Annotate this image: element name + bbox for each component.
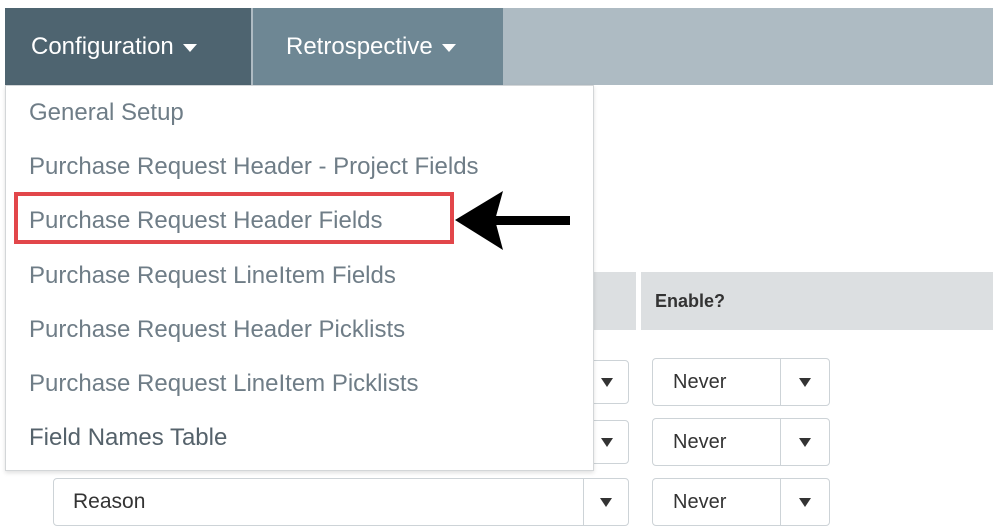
enable-select-value: Never: [653, 419, 781, 465]
menu-item-pr-lineitem-fields[interactable]: Purchase Request LineItem Fields: [29, 256, 396, 296]
caret-down-icon: [441, 44, 456, 52]
field-select-value: Reason: [54, 479, 584, 525]
enable-header-label: Enable?: [655, 290, 726, 311]
enable-select-arrow[interactable]: [781, 419, 829, 465]
field-select-arrow[interactable]: [584, 479, 628, 525]
top-navbar: Configuration Retrospective: [5, 8, 993, 85]
nav-tab-retrospective[interactable]: Retrospective: [253, 8, 503, 85]
triangle-down-icon: [600, 497, 612, 507]
enable-select[interactable]: Never: [652, 358, 830, 406]
menu-item-field-names-table[interactable]: Field Names Table: [29, 418, 227, 458]
table-header-cell: [594, 272, 636, 330]
highlight-box: [14, 192, 454, 244]
nav-tab-configuration[interactable]: Configuration: [5, 8, 251, 85]
triangle-down-icon: [799, 437, 811, 447]
triangle-down-icon: [601, 437, 613, 447]
menu-item-pr-lineitem-picklists[interactable]: Purchase Request LineItem Picklists: [29, 364, 419, 404]
menu-item-general-setup[interactable]: General Setup: [29, 93, 184, 133]
menu-item-pr-header-picklists[interactable]: Purchase Request Header Picklists: [29, 310, 405, 350]
nav-tab-configuration-label: Configuration: [31, 32, 174, 60]
triangle-down-icon: [601, 377, 613, 387]
enable-select-arrow[interactable]: [781, 359, 829, 405]
enable-select[interactable]: Never: [652, 418, 830, 466]
menu-item-pr-header-project-fields[interactable]: Purchase Request Header - Project Fields: [29, 147, 479, 187]
nav-tab-retrospective-label: Retrospective: [286, 32, 433, 60]
enable-select-value: Never: [653, 479, 781, 525]
enable-column-header: Enable?: [641, 272, 993, 330]
enable-select-value: Never: [653, 359, 781, 405]
triangle-down-icon: [799, 497, 811, 507]
configuration-dropdown-menu: General Setup Purchase Request Header - …: [5, 85, 594, 471]
enable-select[interactable]: Never: [652, 478, 830, 526]
triangle-down-icon: [799, 377, 811, 387]
caret-down-icon: [182, 44, 197, 52]
field-select-reason[interactable]: Reason: [53, 478, 629, 526]
arrow-left-icon: [455, 191, 570, 250]
enable-select-arrow[interactable]: [781, 479, 829, 525]
